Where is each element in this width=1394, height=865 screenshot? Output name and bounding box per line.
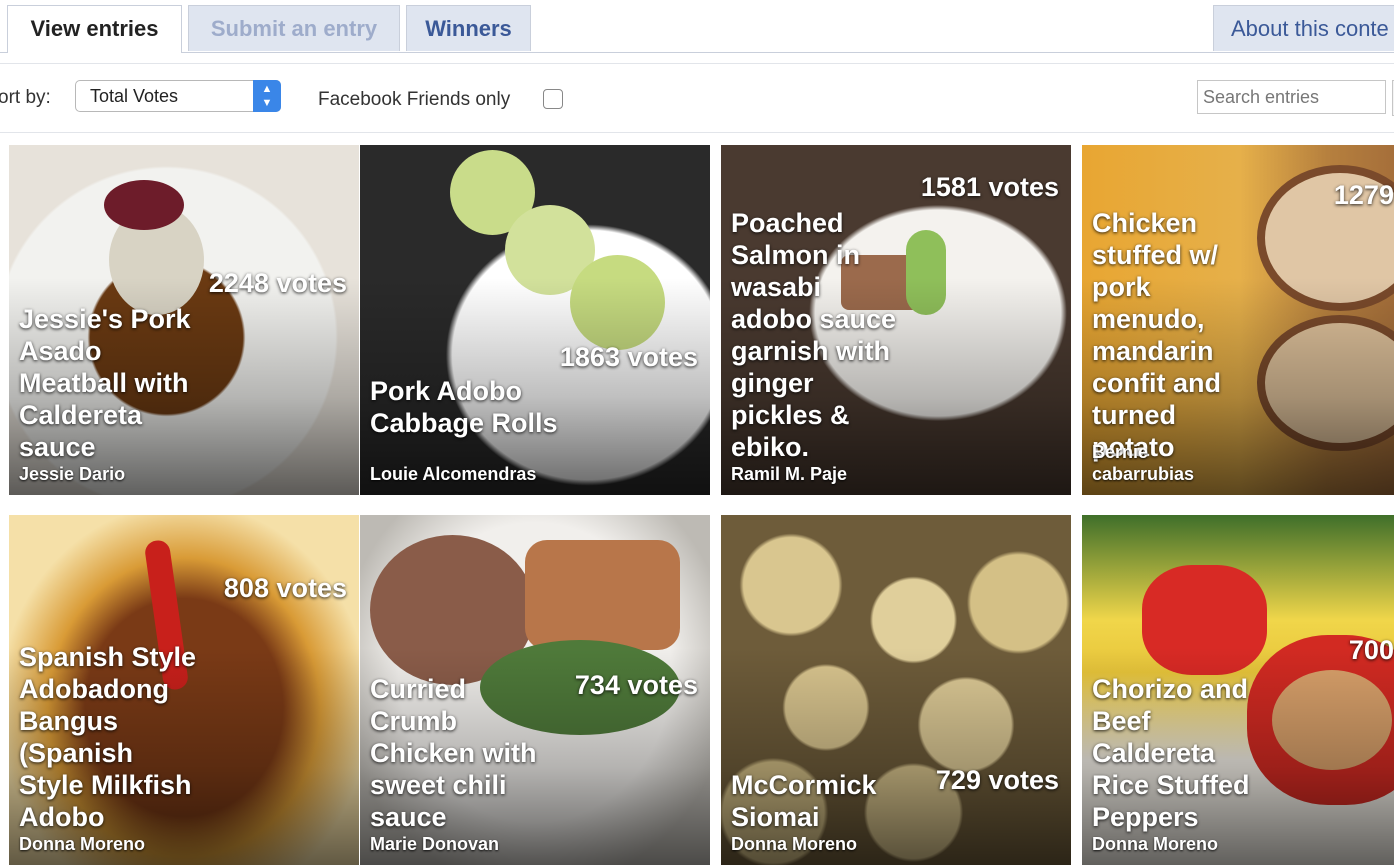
- sort-selected-value: Total Votes: [90, 86, 179, 106]
- entry-card[interactable]: 808 votes Spanish Style Adobadong Bangus…: [9, 515, 359, 865]
- entry-author: Donna Moreno: [731, 834, 857, 854]
- entry-card[interactable]: 1863 votes Pork Adobo Cabbage Rolls Loui…: [360, 145, 710, 495]
- tab-bar: View entries Submit an entry Winners Abo…: [0, 0, 1394, 53]
- entry-author: Jessie Dario: [19, 464, 126, 484]
- tab-submit-entry[interactable]: Submit an entry: [188, 5, 400, 51]
- vote-count: 1279 votes: [1333, 180, 1394, 210]
- search-entries-input[interactable]: [1197, 80, 1386, 114]
- vote-count: 729 votes: [935, 765, 1059, 795]
- updown-arrow-icon: ▲ ▼: [253, 80, 281, 112]
- vote-count: 1581 votes: [920, 172, 1059, 202]
- entry-card[interactable]: 734 votes Curried Crumb Chicken with swe…: [360, 515, 710, 865]
- entry-card[interactable]: 2248 votes Jessie's Pork Asado Meatball …: [9, 145, 359, 495]
- garnish-image: [104, 180, 184, 230]
- entry-title: McCormick Siomai: [731, 770, 877, 832]
- entry-author: Marie Donovan: [370, 834, 500, 854]
- entry-card[interactable]: 1581 votes Poached Salmon in wasabi adob…: [721, 145, 1071, 495]
- vote-count: 2248 votes: [208, 268, 347, 298]
- facebook-friends-checkbox[interactable]: [543, 89, 563, 109]
- entry-author: Donna Moreno: [19, 834, 145, 854]
- entry-author: Bernie cabarrubias: [1092, 442, 1195, 484]
- facebook-friends-label: Facebook Friends only: [318, 89, 511, 110]
- tab-winners[interactable]: Winners: [406, 5, 531, 51]
- vote-count: 808 votes: [223, 573, 347, 603]
- tab-view-entries[interactable]: View entries: [7, 5, 182, 53]
- sort-select[interactable]: Total Votes ▲ ▼: [75, 80, 281, 112]
- entry-card[interactable]: 729 votes McCormick Siomai Donna Moreno: [721, 515, 1071, 865]
- entry-title: Jessie's Pork Asado Meatball with Calder…: [19, 304, 191, 462]
- entry-author: Donna Moreno: [1092, 834, 1218, 854]
- entry-author: Ramil M. Paje: [731, 464, 848, 484]
- vote-count: 700 votes: [1348, 635, 1394, 665]
- entry-title: Spanish Style Adobadong Bangus (Spanish …: [19, 642, 197, 832]
- sort-label: ort by:: [0, 87, 51, 108]
- entry-title: Pork Adobo Cabbage Rolls: [370, 376, 558, 438]
- filter-toolbar: ort by: Total Votes ▲ ▼ Facebook Friends …: [0, 63, 1394, 133]
- entry-title: Poached Salmon in wasabi adobo sauce gar…: [731, 208, 897, 462]
- entry-title: Chicken stuffed w/ pork menudo, mandarin…: [1092, 208, 1221, 462]
- vote-count: 734 votes: [574, 670, 698, 700]
- entry-author: Louie Alcomendras: [370, 464, 537, 484]
- entry-card[interactable]: 700 votes Chorizo and Beef Caldereta Ric…: [1082, 515, 1394, 865]
- entry-title: Chorizo and Beef Caldereta Rice Stuffed …: [1092, 674, 1250, 832]
- crumb-chicken-image: [525, 540, 680, 650]
- entry-card[interactable]: 1279 votes Chicken stuffed w/ pork menud…: [1082, 145, 1394, 495]
- vote-count: 1863 votes: [559, 342, 698, 372]
- entry-title: Curried Crumb Chicken with sweet chili s…: [370, 674, 537, 832]
- tab-about-contest[interactable]: About this conte: [1213, 5, 1394, 51]
